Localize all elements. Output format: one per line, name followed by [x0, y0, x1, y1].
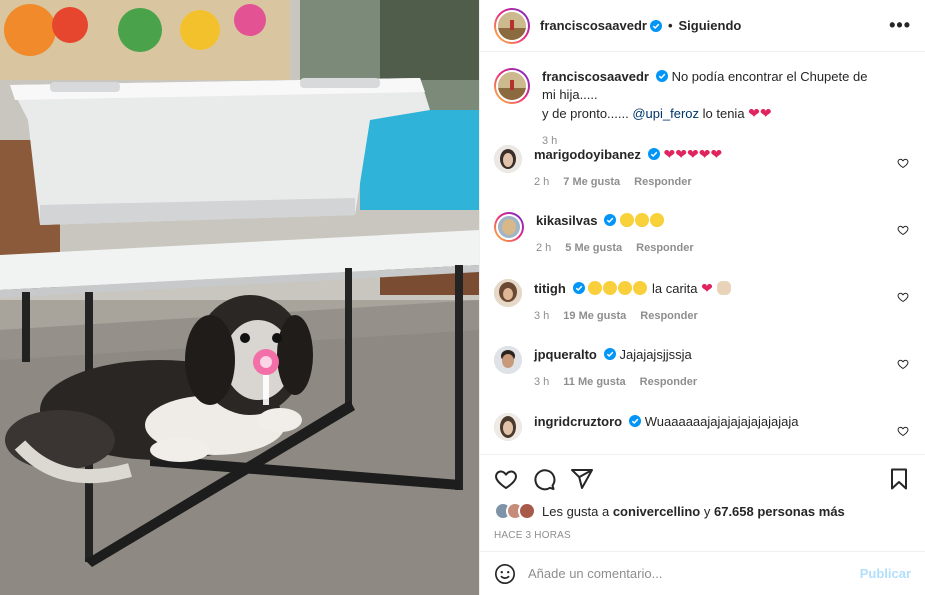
- caption-username[interactable]: franciscosaavedr: [542, 69, 649, 84]
- comment-username[interactable]: marigodoyibanez: [534, 147, 641, 162]
- like-comment-icon[interactable]: [897, 291, 909, 303]
- comment-input[interactable]: [528, 566, 860, 581]
- save-bookmark-icon[interactable]: [887, 467, 911, 491]
- comment-item: jpqueralto Jajajajsjjssja 3 h 11 Me gusta…: [494, 346, 911, 413]
- post-photo[interactable]: [0, 0, 479, 595]
- likes-prefix: Les gusta a: [542, 503, 613, 519]
- comment-item: titigh la carita ❤ 3 h 19 Me gusta Respond…: [494, 279, 911, 346]
- comment-text: Wuaaaaaajajajajajajajajaja: [644, 414, 799, 429]
- comment-item: marigodoyibanez ❤❤❤❤❤ 2 h 7 Me gusta Respo…: [494, 145, 911, 212]
- following-button[interactable]: Siguiendo: [679, 18, 742, 33]
- comment-time: 3 h: [534, 310, 550, 322]
- comment-likes[interactable]: 7 Me gusta: [563, 173, 620, 191]
- star-struck-emoji: [650, 213, 665, 227]
- comment-time: 3 h: [534, 376, 550, 388]
- post-header: franciscosaavedr • Siguiendo •••: [480, 0, 925, 52]
- comment-username[interactable]: ingridcruztoro: [534, 414, 622, 429]
- comment-likes[interactable]: 11 Me gusta: [563, 373, 625, 391]
- commenter-avatar[interactable]: [494, 145, 522, 173]
- verified-icon: [655, 70, 668, 82]
- reply-button[interactable]: Responder: [634, 173, 691, 191]
- share-icon[interactable]: [570, 467, 594, 491]
- author-username[interactable]: franciscosaavedr: [540, 18, 647, 33]
- verified-icon: [603, 348, 616, 360]
- likes-count[interactable]: 67.658 personas más: [714, 504, 845, 519]
- heart-emoji: ❤: [701, 280, 713, 296]
- comment-time: 2 h: [534, 176, 550, 188]
- verified-icon: [604, 214, 617, 226]
- dog-emoji: [716, 281, 731, 295]
- post-side-panel: franciscosaavedr • Siguiendo ••• francis…: [479, 0, 925, 595]
- photo-dog-with-pacifier: [0, 0, 479, 595]
- star-struck-emoji: [635, 213, 650, 227]
- like-heart-icon[interactable]: [494, 467, 518, 491]
- comment-icon[interactable]: [532, 467, 556, 491]
- publish-button[interactable]: Publicar: [860, 566, 911, 581]
- laughing-emoji: [633, 281, 648, 295]
- verified-icon: [647, 148, 660, 160]
- heart-emoji: ❤❤: [748, 105, 772, 121]
- comment-likes[interactable]: 19 Me gusta: [563, 307, 626, 325]
- verified-icon: [649, 19, 662, 32]
- comment-text: Jajajajsjjssja: [619, 347, 692, 362]
- like-comment-icon[interactable]: [897, 425, 909, 437]
- verified-icon: [629, 415, 642, 427]
- likes-middle: y: [700, 503, 714, 519]
- laughing-emoji: [603, 281, 618, 295]
- comment-time: 2 h: [536, 242, 552, 254]
- mention-link[interactable]: @upi_feroz: [632, 106, 699, 121]
- post-timestamp: HACE 3 HORAS: [494, 530, 571, 541]
- comment-username[interactable]: titigh: [534, 281, 566, 296]
- reply-button[interactable]: Responder: [640, 307, 697, 325]
- more-options-icon[interactable]: •••: [889, 15, 911, 36]
- comments-list[interactable]: franciscosaavedr No podía encontrar el C…: [480, 52, 925, 454]
- caption-text-line2b: lo tenia: [699, 106, 749, 121]
- liker-username[interactable]: conivercellino: [613, 504, 700, 519]
- laughing-emoji: [588, 281, 603, 295]
- commenter-avatar[interactable]: [494, 279, 522, 307]
- reply-button[interactable]: Responder: [636, 239, 693, 257]
- like-comment-icon[interactable]: [897, 358, 909, 370]
- comment-item: kikasilvas 2 h 5 Me gusta Responder: [494, 212, 911, 279]
- separator-dot: •: [667, 18, 673, 33]
- comment-likes[interactable]: 5 Me gusta: [565, 239, 622, 257]
- caption: franciscosaavedr No podía encontrar el C…: [494, 68, 911, 147]
- emoji-icon[interactable]: [494, 563, 516, 585]
- like-comment-icon[interactable]: [897, 157, 909, 169]
- likes-summary[interactable]: Les gusta a conivercellino y 67.658 pers…: [494, 502, 911, 520]
- instagram-post-modal: franciscosaavedr • Siguiendo ••• francis…: [0, 0, 925, 595]
- add-comment-bar: Publicar: [480, 551, 925, 595]
- comment-item: ingridcruztoro Wuaaaaaajajajajajajajajaj…: [494, 413, 911, 453]
- comment-username[interactable]: kikasilvas: [536, 213, 597, 228]
- author-avatar[interactable]: [494, 7, 530, 44]
- likers-avatars: [494, 502, 536, 520]
- like-comment-icon[interactable]: [897, 224, 909, 236]
- commenter-avatar[interactable]: [494, 212, 524, 242]
- comment-text: ❤❤❤❤❤: [663, 146, 723, 162]
- comment-username[interactable]: jpqueralto: [534, 347, 597, 362]
- reply-button[interactable]: Responder: [640, 373, 697, 391]
- star-struck-emoji: [620, 213, 635, 227]
- commenter-avatar[interactable]: [494, 346, 522, 374]
- commenter-avatar[interactable]: [494, 413, 522, 441]
- verified-icon: [572, 282, 585, 294]
- caption-avatar[interactable]: [494, 68, 530, 104]
- caption-text-line2a: y de pronto......: [542, 106, 633, 121]
- laughing-emoji: [618, 281, 633, 295]
- comment-text: la carita: [648, 281, 702, 296]
